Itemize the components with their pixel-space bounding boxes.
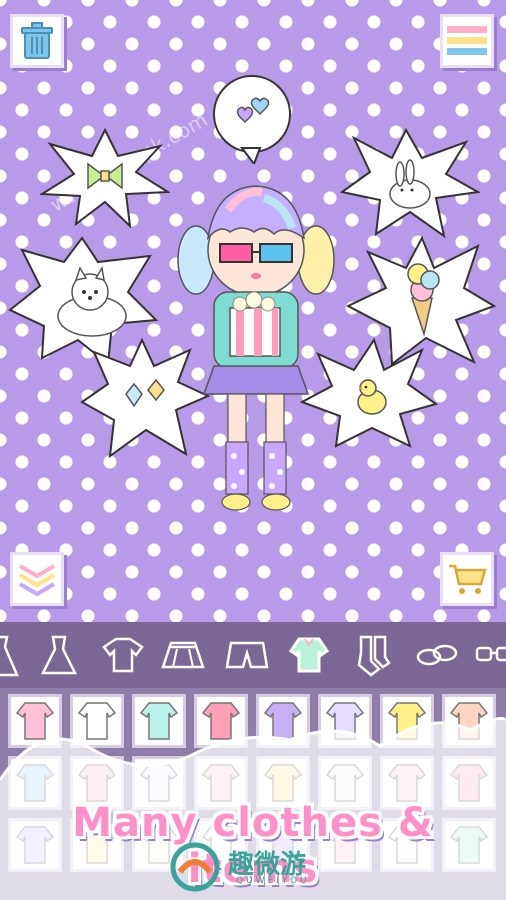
- collapse-chevrons-icon: [18, 564, 56, 596]
- sticker-bunny[interactable]: [340, 128, 480, 238]
- tops-icon: [288, 637, 330, 673]
- dressup-stage: www.520apk.com: [0, 0, 506, 622]
- long-dress-icon: [0, 635, 19, 677]
- collapse-button[interactable]: [10, 552, 64, 606]
- socks-icon: [357, 635, 391, 677]
- sticker-bow[interactable]: [40, 128, 170, 228]
- brand-mark-icon: [170, 842, 220, 892]
- brand-subtitle: QUWEIYOU: [236, 876, 310, 886]
- tab-tshirt[interactable]: [98, 628, 148, 682]
- shopping-cart-icon: [449, 564, 487, 594]
- shoes-icon: [416, 644, 458, 666]
- category-toolbar: [0, 622, 506, 688]
- glasses-icon: [475, 646, 506, 662]
- shorts-icon: [225, 641, 269, 669]
- tab-tops[interactable]: [284, 628, 334, 682]
- tshirt-icon: [102, 637, 144, 673]
- brand-logo: 趣微游 QUWEIYOU: [170, 842, 360, 892]
- tab-glasses[interactable]: [470, 628, 506, 682]
- menu-icon: [447, 26, 487, 55]
- tab-shorts[interactable]: [222, 628, 272, 682]
- dress-icon: [40, 635, 78, 675]
- thought-bubble: [213, 75, 291, 164]
- tab-socks[interactable]: [348, 628, 398, 682]
- tab-shoes[interactable]: [412, 628, 462, 682]
- character-doll: [177, 185, 335, 511]
- trash-icon: [21, 22, 53, 59]
- skirt-icon: [161, 641, 205, 669]
- menu-button[interactable]: [440, 14, 494, 68]
- tab-dress[interactable]: [34, 628, 84, 682]
- tab-skirt[interactable]: [158, 628, 208, 682]
- tab-long-dress[interactable]: [0, 628, 26, 682]
- trash-button[interactable]: [10, 14, 64, 68]
- shop-button[interactable]: [440, 552, 494, 606]
